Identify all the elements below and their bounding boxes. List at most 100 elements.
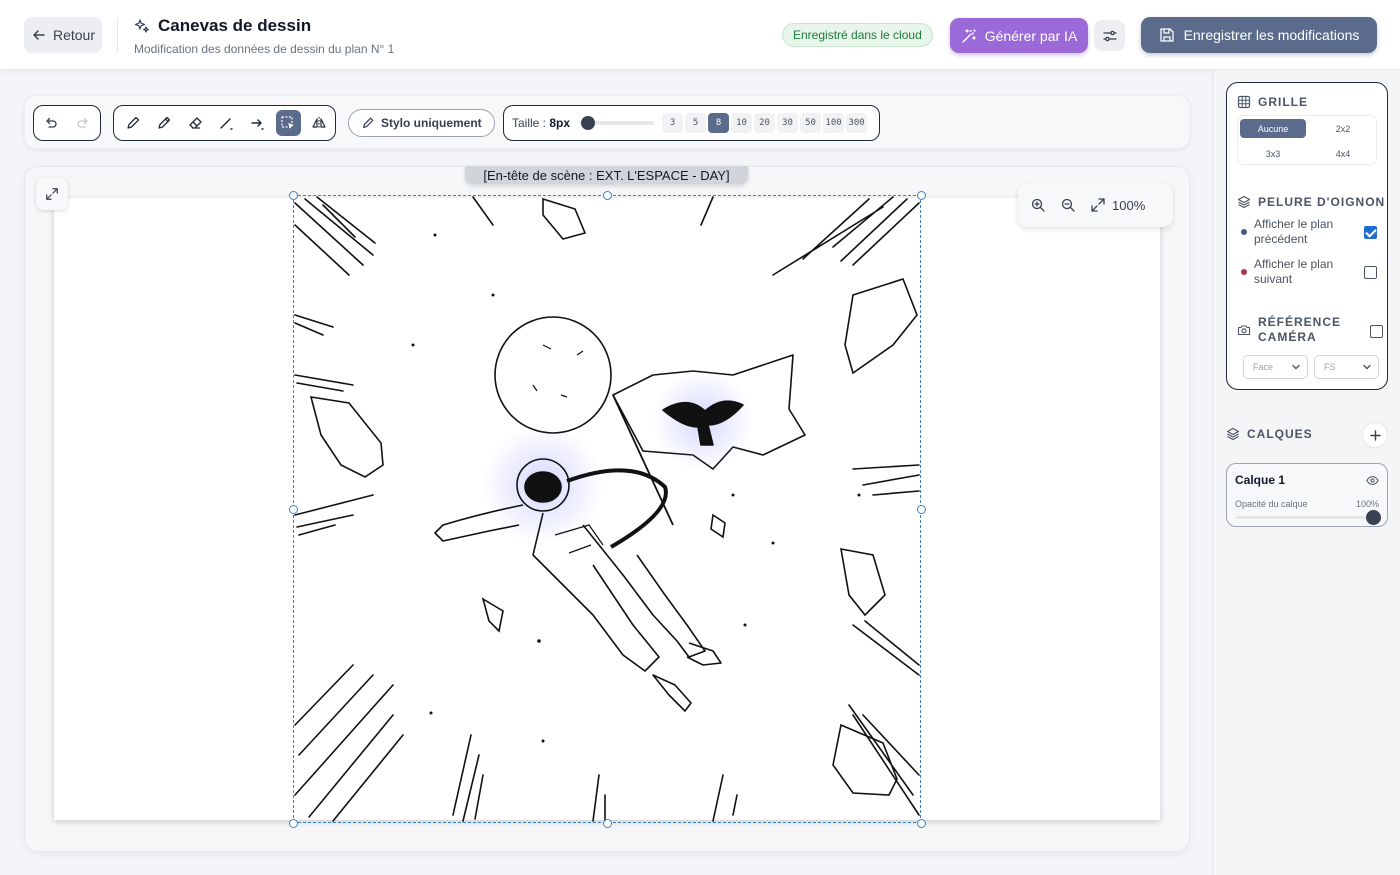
pen-only-toggle[interactable]: Stylo uniquement <box>348 109 495 137</box>
selection-resize-handle[interactable] <box>602 818 612 828</box>
flip-tool-button[interactable] <box>307 110 332 136</box>
drawing-toolbar: Stylo uniquement Taille : 8px 3 5 8 10 20 30 5… <box>24 95 1190 149</box>
onion-next-row[interactable]: Afficher le plan suivant <box>1241 257 1381 287</box>
undo-button[interactable] <box>38 110 64 136</box>
sliders-icon <box>1102 30 1117 41</box>
layer-opacity-thumb[interactable] <box>1366 510 1381 525</box>
pencil-tool-button[interactable] <box>120 110 145 136</box>
selection-box[interactable] <box>293 195 921 823</box>
onion-next-label: Afficher le plan suivant <box>1254 257 1334 286</box>
selection-resize-handle[interactable] <box>916 190 926 200</box>
selection-resize-handle[interactable] <box>916 818 926 828</box>
onion-section-title: PELURE D'OIGNON <box>1237 195 1385 209</box>
size-option-3[interactable]: 3 <box>662 113 684 133</box>
back-label: Retour <box>52 27 96 43</box>
save-icon <box>1159 28 1174 42</box>
eraser-tool-button[interactable] <box>182 110 207 136</box>
camera-shot-select[interactable]: FS <box>1314 355 1379 379</box>
layer-opacity-value: 100% <box>1355 499 1379 509</box>
pen-only-label: Stylo uniquement <box>381 116 482 130</box>
generate-ai-button[interactable]: Générer par IA <box>950 18 1088 53</box>
size-option-5[interactable]: 5 <box>685 113 707 133</box>
history-group <box>33 105 101 141</box>
arrow-left-icon <box>33 30 45 40</box>
brush-size-slider[interactable] <box>580 116 655 130</box>
add-layer-button[interactable] <box>1362 422 1388 448</box>
zoom-in-icon[interactable] <box>1030 197 1046 213</box>
arrow-tool-button[interactable] <box>245 110 270 136</box>
layers-section-title: CALQUES <box>1226 427 1313 441</box>
layer-opacity-label: Opacité du calque <box>1235 499 1308 509</box>
expand-icon <box>46 188 58 200</box>
brush-size-slider-thumb[interactable] <box>581 116 596 130</box>
camera-icon <box>1237 325 1251 336</box>
flip-icon <box>312 117 327 129</box>
pen-icon <box>363 117 374 128</box>
selection-resize-handle[interactable] <box>916 504 926 514</box>
grid-option-aucune[interactable]: Aucune <box>1240 119 1306 138</box>
layer-name: Calque 1 <box>1235 473 1286 487</box>
selection-resize-handle[interactable] <box>602 190 612 200</box>
camera-reference-checkbox[interactable] <box>1370 325 1383 338</box>
onion-previous-label: Afficher le plan précédent <box>1254 217 1334 246</box>
arrow-icon <box>251 119 264 130</box>
zoom-controls: 100% <box>1018 183 1173 227</box>
tool-group <box>113 105 336 141</box>
size-option-10[interactable]: 10 <box>731 113 753 133</box>
zoom-out-icon[interactable] <box>1060 197 1076 213</box>
save-changes-button[interactable]: Enregistrer les modifications <box>1141 17 1377 53</box>
eraser-icon <box>189 117 202 129</box>
save-changes-label: Enregistrer les modifications <box>1183 27 1360 43</box>
camera-angle-select[interactable]: Face <box>1243 355 1308 379</box>
chevron-down-icon <box>1292 364 1300 370</box>
fullscreen-button[interactable] <box>36 178 68 210</box>
redo-button[interactable] <box>70 110 96 136</box>
line-icon <box>220 118 233 130</box>
grid-option-3x3[interactable]: 3x3 <box>1238 141 1308 166</box>
canvas-settings-card: GRILLE Aucune 2x2 3x3 4x4 PELURE D'OIGNON A… <box>1226 82 1388 390</box>
page-subtitle: Modification des données de dessin du pl… <box>134 42 395 56</box>
header-divider <box>117 18 118 52</box>
settings-button[interactable] <box>1094 20 1125 51</box>
expand-icon <box>1091 198 1105 212</box>
zoom-level-value: 100% <box>1112 197 1146 213</box>
pencil-icon <box>126 116 139 129</box>
layer-opacity-slider[interactable] <box>1235 510 1381 525</box>
grid-option-2x2[interactable]: 2x2 <box>1308 116 1378 141</box>
size-option-8[interactable]: 8 <box>708 113 730 133</box>
magic-wand-icon <box>961 28 976 43</box>
size-option-20[interactable]: 20 <box>754 113 776 133</box>
redo-icon <box>77 117 88 128</box>
grid-section-title: GRILLE <box>1237 95 1308 109</box>
onion-previous-checkbox[interactable] <box>1364 225 1377 239</box>
onion-next-checkbox[interactable] <box>1364 265 1377 279</box>
scene-header-tag: [En-tête de scène : EXT. L'ESPACE - DAY] <box>465 166 748 184</box>
generate-ai-label: Générer par IA <box>984 27 1078 44</box>
brush-size-options: 3 5 8 10 20 30 50 100 300 <box>662 113 869 133</box>
size-option-100[interactable]: 100 <box>823 113 845 133</box>
select-icon <box>281 116 295 129</box>
layers-icon <box>1237 195 1251 209</box>
eye-icon[interactable] <box>1366 474 1379 487</box>
zoom-reset-button[interactable]: 100% <box>1090 197 1145 213</box>
sparkles-icon <box>134 19 150 33</box>
selection-resize-handle[interactable] <box>288 190 298 200</box>
grid-option-4x4[interactable]: 4x4 <box>1308 141 1378 166</box>
size-option-300[interactable]: 300 <box>846 113 868 133</box>
onion-previous-row[interactable]: Afficher le plan précédent <box>1241 217 1381 247</box>
size-option-30[interactable]: 30 <box>777 113 799 133</box>
selection-resize-handle[interactable] <box>288 818 298 828</box>
pen-tool-button[interactable] <box>151 110 176 136</box>
size-option-50[interactable]: 50 <box>800 113 822 133</box>
top-header: Retour Canevas de dessin Modification de… <box>0 0 1400 70</box>
brush-size-label: Taille : 8px <box>512 116 571 130</box>
next-shot-color-dot <box>1241 269 1247 275</box>
back-button[interactable]: Retour <box>24 17 102 53</box>
layer-item[interactable]: Calque 1 Opacité du calque 100% <box>1226 463 1388 527</box>
grid-icon <box>1237 95 1251 109</box>
selection-resize-handle[interactable] <box>288 504 298 514</box>
undo-icon <box>46 117 57 128</box>
pen-icon <box>158 116 170 129</box>
select-tool-button[interactable] <box>275 110 301 136</box>
line-tool-button[interactable] <box>213 110 238 136</box>
